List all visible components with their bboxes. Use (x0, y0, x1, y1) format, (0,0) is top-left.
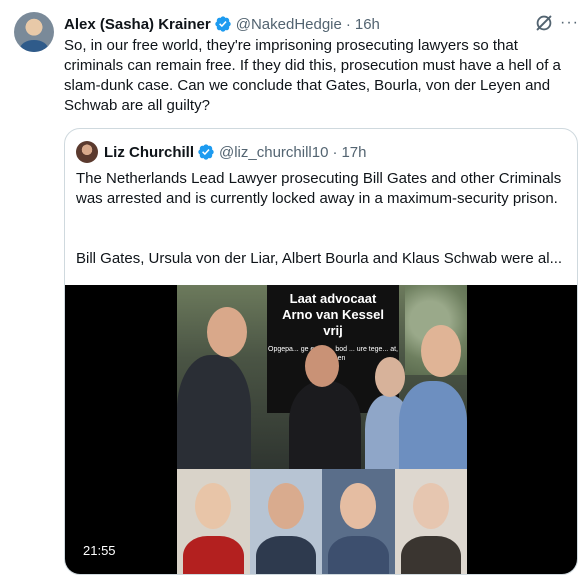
quote-text-truncated: Bill Gates, Ursula von der Liar, Albert … (76, 250, 563, 267)
quote-author-avatar[interactable] (76, 141, 98, 163)
video-frame-portraits (177, 469, 467, 574)
author-avatar[interactable] (14, 12, 54, 52)
quote-time[interactable]: 17h (341, 144, 366, 161)
person-man-left-head (207, 307, 247, 357)
quote-text: The Netherlands Lead Lawyer prosecuting … (76, 170, 562, 207)
separator-dot: · (345, 15, 351, 33)
sign-line-3: vrij (323, 323, 343, 338)
portrait-1 (177, 469, 250, 574)
person-woman-right-head (375, 357, 405, 397)
person-man-left (177, 355, 251, 469)
portrait-2 (249, 469, 322, 574)
verified-badge-icon (215, 16, 231, 32)
quote-header: Liz Churchill @liz_churchill10 · 17h (104, 142, 366, 162)
portrait-4 (394, 469, 467, 574)
video-frame-protest: Laat advocaat Arno van Kessel vrij Opgep… (177, 285, 467, 469)
tweet-text: So, in our free world, they're imprisoni… (64, 37, 561, 114)
video-duration: 21:55 (79, 541, 120, 561)
person-woman-center (289, 381, 361, 469)
separator-dot: · (332, 143, 338, 161)
person-woman-interviewee-head (421, 325, 461, 377)
sign-line-2: Arno van Kessel (282, 307, 384, 322)
grok-icon[interactable] (533, 12, 555, 34)
quote-author-handle[interactable]: @liz_churchill10 (219, 144, 328, 161)
more-icon[interactable]: ··· (560, 14, 579, 32)
portrait-3 (322, 469, 395, 574)
tweet-time[interactable]: 16h (355, 16, 380, 33)
tweet-header: Alex (Sasha) Krainer @NakedHedgie · 16h (64, 14, 380, 34)
author-name[interactable]: Alex (Sasha) Krainer (64, 16, 211, 33)
quote-author-name[interactable]: Liz Churchill (104, 144, 194, 161)
verified-badge-icon (198, 144, 214, 160)
person-woman-interviewee (399, 381, 467, 469)
sign-line-1: Laat advocaat (289, 291, 377, 306)
author-handle[interactable]: @NakedHedgie (236, 16, 342, 33)
quoted-tweet[interactable]: Liz Churchill @liz_churchill10 · 17h The… (64, 128, 578, 575)
video-player[interactable]: Laat advocaat Arno van Kessel vrij Opgep… (65, 285, 577, 574)
person-woman-center-head (305, 345, 339, 387)
